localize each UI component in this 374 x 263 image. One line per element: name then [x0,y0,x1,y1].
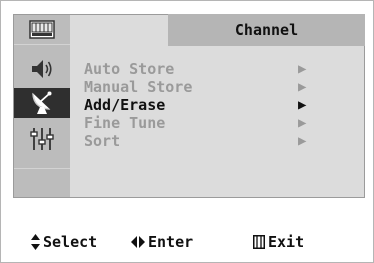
menu-item-label: Sort [84,132,121,150]
menu-exit-icon [253,235,265,249]
submenu-arrow-icon: ▶ [298,61,307,77]
help-select: Select [31,233,97,251]
submenu-arrow-icon: ▶ [298,79,307,95]
menu-item-add-erase[interactable]: Add/Erase ▶ [84,96,344,114]
help-select-label: Select [43,233,98,251]
icon-divider [14,168,70,169]
help-enter: Enter [131,233,193,251]
menu-item-label: Manual Store [84,78,193,96]
menu-item-auto-store[interactable]: Auto Store ▶ [84,60,344,78]
menu-item-label: Add/Erase [84,96,166,114]
tv-osd-screen: Channel Auto Store ▶ Manual Store ▶ Add/… [0,0,374,263]
menu-item-fine-tune[interactable]: Fine Tune ▶ [84,114,344,132]
left-right-arrows-icon [131,236,145,248]
menu-item-label: Fine Tune [84,114,166,132]
help-exit-label: Exit [268,233,305,251]
equalizer-setup-icon[interactable] [14,124,70,154]
menu-item-manual-store[interactable]: Manual Store ▶ [84,78,344,96]
submenu-arrow-icon: ▶ [298,97,307,113]
menu-item-label: Auto Store [84,60,175,78]
tv-input-icon[interactable] [14,15,70,45]
menu-title: Channel [234,21,299,39]
help-exit: Exit [253,233,304,251]
help-enter-label: Enter [148,233,194,251]
menu-item-sort[interactable]: Sort ▶ [84,132,344,150]
help-bar: Select Enter Exit [13,229,365,257]
satellite-dish-channel-icon[interactable] [14,88,70,118]
speaker-sound-icon[interactable] [14,54,70,84]
up-down-arrows-icon [31,234,40,250]
submenu-arrow-icon: ▶ [298,115,307,131]
submenu-arrow-icon: ▶ [298,133,307,149]
